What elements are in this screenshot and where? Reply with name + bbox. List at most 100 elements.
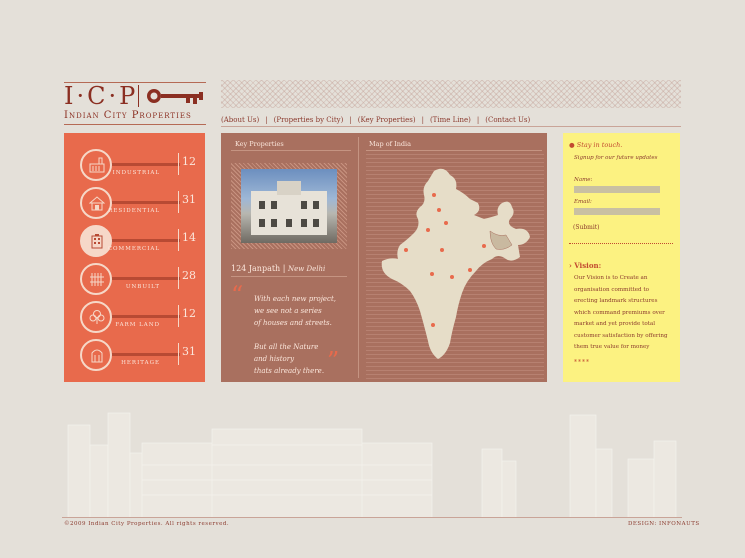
quote-close-icon: ” (327, 347, 340, 375)
nav-properties-by-city[interactable]: (Properties by City) (274, 116, 344, 124)
property-separator: | (282, 264, 286, 273)
key-icon (147, 89, 203, 104)
category-bar (178, 343, 179, 365)
logo-initials: I·C·P (64, 82, 139, 110)
category-label: Residential (108, 208, 160, 214)
window (301, 219, 307, 227)
india-map-icon (381, 168, 530, 359)
window (313, 201, 319, 209)
category-farm-land[interactable]: Farm Land 12 (80, 301, 205, 335)
copyright-text: ©2009 Indian City Properties. All rights… (64, 521, 230, 527)
vision-title: › Vision: (569, 261, 602, 270)
fence-icon (90, 273, 104, 286)
category-label: Heritage (121, 360, 160, 366)
category-icon-circle (80, 263, 112, 295)
map-marker[interactable] (404, 248, 408, 252)
map-marker[interactable] (432, 193, 436, 197)
window (271, 201, 277, 209)
panel-divider (358, 137, 359, 378)
category-panel: Industrial 12 Residential 31 Commercial … (64, 133, 205, 382)
category-label: Unbuilt (125, 284, 160, 290)
name-label: Name: (574, 177, 593, 183)
category-unbuilt[interactable]: Unbuilt 28 (80, 263, 205, 297)
nav-about-us[interactable]: (About Us) (221, 116, 259, 124)
vision-text: Our Vision is to Create an organisation … (574, 275, 668, 350)
category-bar (178, 229, 179, 251)
map-marker[interactable] (430, 272, 434, 276)
logo[interactable]: I·C·P Indian City Properties (64, 82, 206, 126)
stay-in-touch-text: Stay in touch. (576, 141, 623, 149)
property-name: 124 Janpath (231, 264, 281, 273)
nav-time-line[interactable]: (Time Line) (430, 116, 471, 124)
category-residential[interactable]: Residential 31 (80, 187, 205, 221)
category-bar (178, 191, 179, 213)
house-icon (89, 196, 105, 211)
key-properties-title: Key Properties (235, 140, 284, 148)
category-connector (112, 163, 180, 166)
category-count: 12 (182, 155, 196, 168)
property-photo[interactable] (241, 169, 337, 243)
category-industrial[interactable]: Industrial 12 (80, 149, 205, 183)
stay-in-touch-title: ● Stay in touch. (569, 141, 623, 149)
window (271, 219, 277, 227)
category-heritage[interactable]: Heritage 31 (80, 339, 205, 373)
property-title[interactable]: 124 Janpath | New Delhi (231, 264, 325, 273)
nav-key-properties[interactable]: (Key Properties) (358, 116, 416, 124)
city-skyline-illustration (67, 412, 677, 518)
category-label: Farm Land (115, 322, 160, 328)
map-marker[interactable] (450, 275, 454, 279)
email-label: Email: (574, 199, 592, 205)
category-bar (178, 267, 179, 289)
category-icon-circle (80, 225, 112, 257)
map-marker[interactable] (444, 221, 448, 225)
category-count: 12 (182, 307, 196, 320)
signup-text: Signup for our future updates (574, 155, 658, 161)
header-pattern (221, 80, 681, 108)
section-divider (366, 150, 542, 151)
category-icon-circle (80, 339, 112, 371)
nav-divider (221, 126, 681, 127)
category-commercial[interactable]: Commercial 14 (80, 225, 205, 259)
name-input[interactable] (574, 186, 660, 193)
map-marker[interactable] (437, 208, 441, 212)
category-bar (178, 153, 179, 175)
category-icon-circle (80, 187, 112, 219)
category-count: 28 (182, 269, 196, 282)
featured-panel: Key Properties Map of India 124 Janpath … (221, 133, 547, 382)
sidebar-panel: ● Stay in touch. Signup for our future u… (563, 133, 680, 382)
dotted-divider (569, 243, 673, 244)
property-photo-frame[interactable] (231, 163, 347, 249)
property-city: New Delhi (288, 265, 326, 273)
section-divider (231, 150, 351, 151)
category-label: Industrial (112, 170, 160, 176)
category-connector (112, 277, 180, 280)
submit-button[interactable]: (Submit) (573, 224, 600, 231)
category-icon-circle (80, 301, 112, 333)
logo-mark: I·C·P (64, 82, 206, 110)
email-input[interactable] (574, 208, 660, 215)
category-icon-circle (80, 149, 112, 181)
heritage-building-icon (91, 349, 103, 363)
footer-divider (62, 517, 682, 518)
map-marker[interactable] (468, 268, 472, 272)
trees-icon (89, 310, 105, 324)
map-marker[interactable] (482, 244, 486, 248)
nav-separator: | (476, 116, 480, 124)
category-connector (112, 239, 180, 242)
nav-contact-us[interactable]: (Contact Us) (485, 116, 530, 124)
factory-icon (89, 157, 105, 173)
window (286, 219, 292, 227)
category-connector (112, 353, 180, 356)
building-roof (277, 181, 301, 195)
category-connector (112, 201, 180, 204)
india-map[interactable] (366, 153, 544, 379)
category-connector (112, 315, 180, 318)
property-divider (231, 276, 347, 277)
category-count: 14 (182, 231, 196, 244)
map-marker[interactable] (426, 228, 430, 232)
design-credit-link[interactable]: Design: Infonauts (628, 521, 700, 527)
map-marker[interactable] (440, 248, 444, 252)
map-marker[interactable] (431, 323, 435, 327)
window (259, 219, 265, 227)
logo-separator (138, 85, 139, 107)
